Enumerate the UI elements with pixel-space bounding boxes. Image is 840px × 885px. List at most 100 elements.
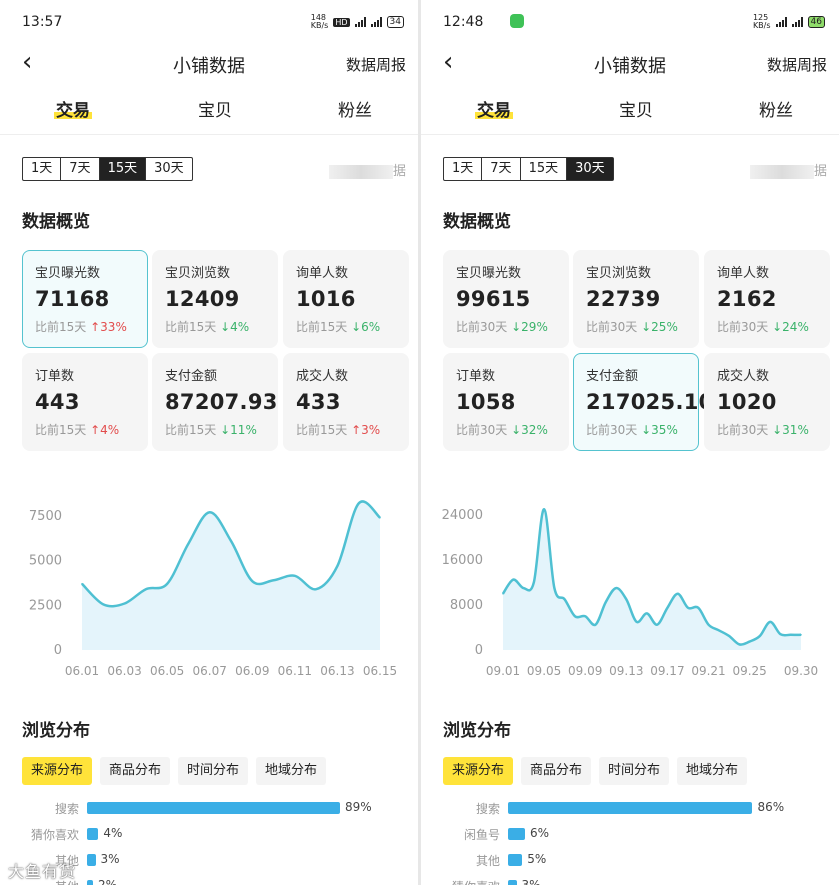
metric-label: 支付金额 bbox=[165, 369, 218, 384]
pill-region[interactable]: 地域分布 bbox=[256, 757, 327, 785]
chart-data-point bbox=[379, 516, 381, 519]
metric-card[interactable]: 宝贝浏览数 22739 比前30天 ↓25% bbox=[573, 250, 699, 348]
pill-source[interactable]: 来源分布 bbox=[22, 757, 93, 785]
chart-data-point bbox=[543, 508, 545, 511]
chart-data-point bbox=[748, 640, 751, 643]
metric-label: 询单人数 bbox=[717, 266, 770, 281]
weekly-report-button[interactable]: 数据周报 bbox=[767, 54, 827, 75]
metric-label: 宝贝浏览数 bbox=[165, 266, 231, 281]
trend-arrow-icon: ↑ bbox=[90, 423, 101, 437]
metric-card[interactable]: 成交人数 1020 比前30天 ↓31% bbox=[704, 353, 830, 451]
bar-percent: 4% bbox=[103, 826, 123, 840]
chart-data-point bbox=[102, 603, 105, 606]
metric-label: 宝贝曝光数 bbox=[35, 266, 101, 281]
metric-card[interactable]: 成交人数 433 比前15天 ↑3% bbox=[283, 353, 409, 451]
chart-data-point bbox=[574, 615, 576, 618]
network-speed: 125 KB/s bbox=[752, 13, 771, 30]
x-tick-label: 09.30 bbox=[784, 664, 818, 678]
y-tick-label: 5000 bbox=[29, 554, 62, 569]
metric-card[interactable]: 宝贝曝光数 71168 比前15天 ↑33% bbox=[22, 250, 148, 348]
distribution-row: 其他 5% bbox=[421, 852, 839, 870]
distribution-row: 猜你喜欢 3% bbox=[421, 878, 839, 885]
phone-screen-right: 12:48 125 KB/s 46 ‹ 小铺数据 数据周报 交易 宝贝 粉丝 1… bbox=[421, 0, 839, 885]
distribution-pills: 来源分布 商品分布 时间分布 地域分布 bbox=[22, 757, 327, 785]
distribution-title: 浏览分布 bbox=[22, 721, 90, 741]
chart-data-point bbox=[656, 623, 658, 626]
metric-label: 询单人数 bbox=[296, 266, 349, 281]
trend-arrow-icon: ↓ bbox=[351, 320, 362, 334]
bar-label: 猜你喜欢 bbox=[30, 828, 79, 842]
tab-fans[interactable]: 粉丝 bbox=[338, 96, 372, 121]
range-15d[interactable]: 15天 bbox=[521, 158, 568, 180]
bar-percent: 86% bbox=[757, 800, 785, 814]
metric-label: 成交人数 bbox=[296, 369, 349, 384]
chart-data-point bbox=[81, 583, 83, 585]
metric-change: 4% bbox=[100, 423, 120, 437]
metric-change: 33% bbox=[100, 320, 127, 334]
metric-label: 宝贝曝光数 bbox=[456, 266, 522, 281]
chart-data-point bbox=[717, 629, 720, 632]
metric-card[interactable]: 宝贝曝光数 99615 比前30天 ↓29% bbox=[443, 250, 569, 348]
metric-change: 32% bbox=[521, 423, 548, 437]
range-7d[interactable]: 7天 bbox=[61, 158, 100, 180]
trend-arrow-icon: ↓ bbox=[220, 423, 231, 437]
metric-card[interactable]: 支付金额 217025.10 比前30天 ↓35% bbox=[573, 353, 714, 451]
chart-data-point bbox=[187, 542, 190, 545]
nav-bar: ‹ 小铺数据 数据周报 bbox=[0, 44, 418, 80]
tab-fans[interactable]: 粉丝 bbox=[759, 96, 793, 121]
chart-data-point bbox=[230, 540, 232, 542]
metric-value: 71168 bbox=[35, 287, 110, 311]
trend-arrow-icon: ↓ bbox=[641, 423, 652, 437]
range-1d[interactable]: 1天 bbox=[23, 158, 62, 180]
range-30d[interactable]: 30天 bbox=[146, 158, 192, 180]
metric-compare: 比前15天 ↑3% bbox=[296, 423, 381, 437]
metric-card[interactable]: 询单人数 1016 比前15天 ↓6% bbox=[283, 250, 409, 348]
blurred-link[interactable]: 据 bbox=[328, 160, 406, 179]
metric-value: 1020 bbox=[717, 390, 777, 414]
watermark-logo: 大鱼有货 bbox=[8, 862, 77, 881]
metric-compare: 比前15天 ↑4% bbox=[35, 423, 120, 437]
x-tick-label: 06.13 bbox=[320, 664, 354, 678]
range-15d[interactable]: 15天 bbox=[99, 158, 147, 180]
metric-label: 订单数 bbox=[456, 369, 496, 384]
metric-compare: 比前30天 ↓24% bbox=[717, 320, 809, 334]
bar-fill bbox=[87, 854, 96, 866]
bar-percent: 3% bbox=[521, 878, 541, 885]
status-time: 12:48 bbox=[443, 14, 484, 30]
metric-change: 24% bbox=[782, 320, 809, 334]
x-tick-label: 06.09 bbox=[235, 664, 269, 678]
range-7d[interactable]: 7天 bbox=[482, 158, 521, 180]
distribution-row: 猜你喜欢 4% bbox=[0, 826, 418, 844]
chart-data-point bbox=[646, 612, 648, 615]
pill-product[interactable]: 商品分布 bbox=[521, 757, 592, 785]
metric-card[interactable]: 订单数 1058 比前30天 ↓32% bbox=[443, 353, 569, 451]
chart-data-point bbox=[522, 587, 525, 589]
metric-card[interactable]: 宝贝浏览数 12409 比前15天 ↓4% bbox=[152, 250, 278, 348]
overview-title: 数据概览 bbox=[443, 212, 511, 232]
metric-card[interactable]: 询单人数 2162 比前30天 ↓24% bbox=[704, 250, 830, 348]
pill-time[interactable]: 时间分布 bbox=[599, 757, 670, 785]
blurred-link[interactable]: 据 bbox=[749, 160, 827, 179]
trend-arrow-icon: ↓ bbox=[511, 320, 522, 334]
metric-card[interactable]: 订单数 443 比前15天 ↑4% bbox=[22, 353, 148, 451]
tab-trade[interactable]: 交易 bbox=[475, 96, 513, 121]
metric-card[interactable]: 支付金额 87207.93 比前15天 ↓11% bbox=[152, 353, 278, 451]
metric-compare: 比前30天 ↓32% bbox=[456, 423, 548, 437]
tab-items[interactable]: 宝贝 bbox=[619, 96, 653, 121]
y-tick-label: 24000 bbox=[442, 508, 483, 523]
pill-region[interactable]: 地域分布 bbox=[677, 757, 748, 785]
pill-source[interactable]: 来源分布 bbox=[443, 757, 514, 785]
pill-time[interactable]: 时间分布 bbox=[178, 757, 249, 785]
range-1d[interactable]: 1天 bbox=[444, 158, 483, 180]
range-30d[interactable]: 30天 bbox=[567, 158, 613, 180]
chart-data-point bbox=[759, 635, 761, 637]
metric-value: 217025.10 bbox=[586, 390, 714, 414]
weekly-report-button[interactable]: 数据周报 bbox=[346, 54, 406, 75]
tab-trade[interactable]: 交易 bbox=[54, 96, 92, 121]
x-tick-label: 09.05 bbox=[527, 664, 561, 678]
x-tick-label: 06.01 bbox=[65, 664, 99, 678]
tab-items[interactable]: 宝贝 bbox=[198, 96, 232, 121]
metric-change: 31% bbox=[782, 423, 809, 437]
x-tick-label: 09.09 bbox=[568, 664, 602, 678]
pill-product[interactable]: 商品分布 bbox=[100, 757, 171, 785]
